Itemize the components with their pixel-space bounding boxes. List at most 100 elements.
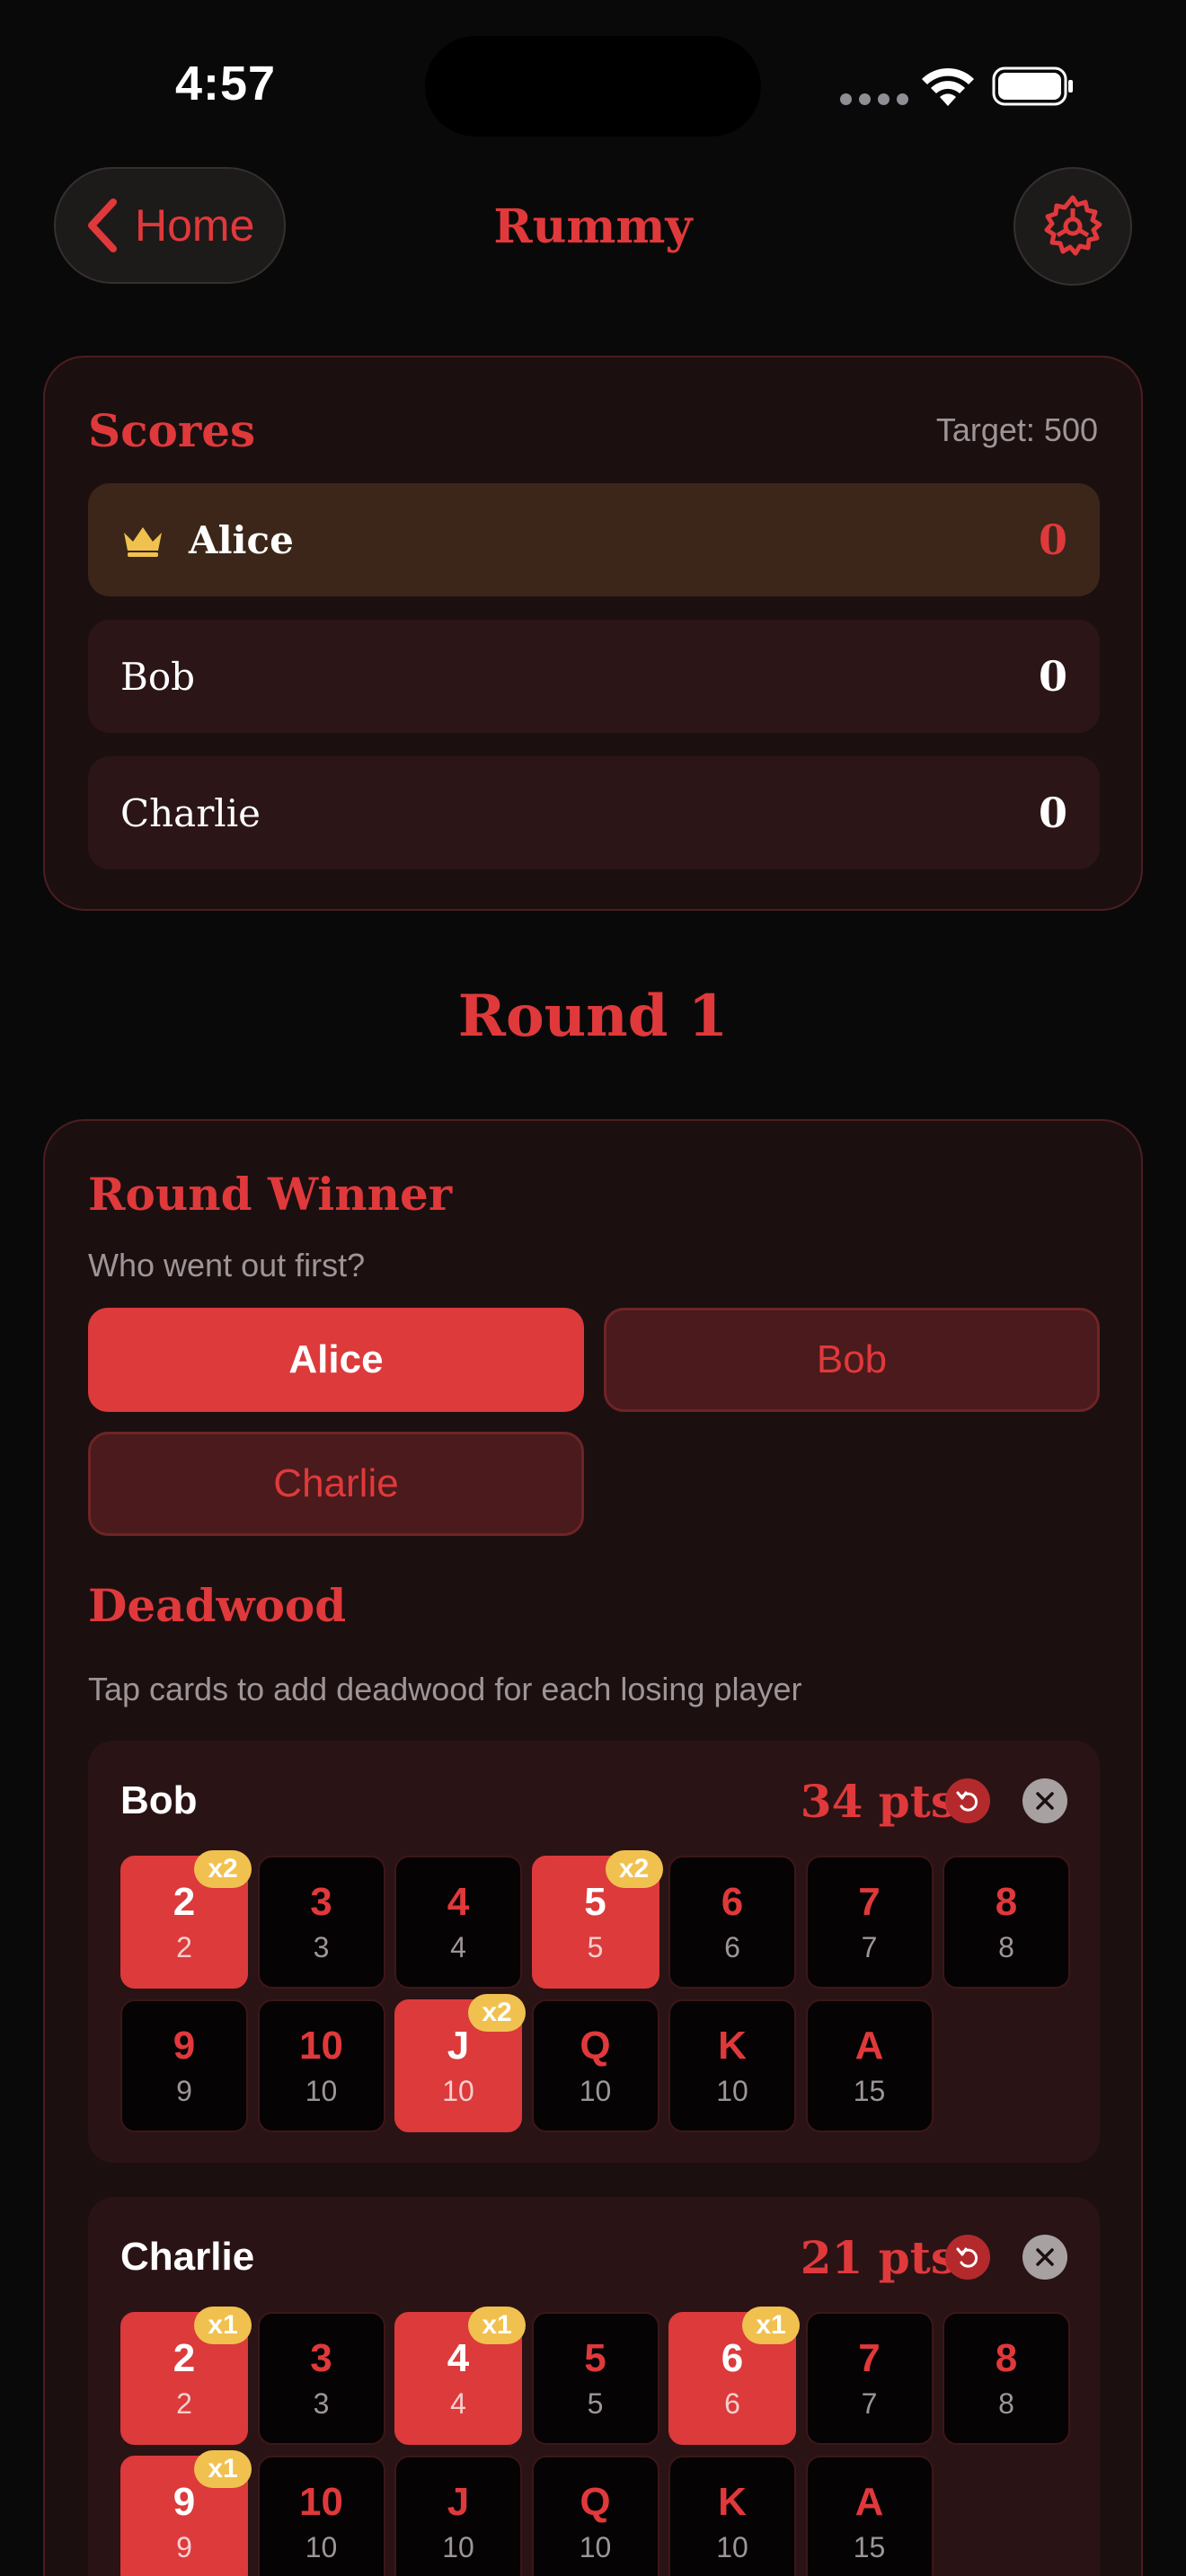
multiplier-badge: x2 <box>605 1850 663 1888</box>
card-rank: 8 <box>995 2336 1018 2380</box>
round-card: Round Winner Who went out first? Alice B… <box>43 1119 1143 2576</box>
winner-option-bob[interactable]: Bob <box>604 1308 1100 1412</box>
winner-option-alice[interactable]: Alice <box>88 1308 584 1412</box>
card-rank: 9 <box>173 2480 196 2524</box>
round-winner-prompt: Who went out first? <box>88 1247 366 1284</box>
card-tile-2[interactable]: 2 2 x1 <box>120 2307 252 2445</box>
wifi-icon <box>922 67 974 106</box>
card-rank: 5 <box>584 2336 606 2380</box>
card-rank: 7 <box>858 2336 881 2380</box>
card-value: 6 <box>724 1931 740 1963</box>
card-value: 4 <box>450 1931 466 1963</box>
card-rank: 10 <box>299 2480 343 2524</box>
card-value: 2 <box>176 1931 192 1963</box>
card-tile-3[interactable]: 33 <box>257 2312 385 2445</box>
card-value: 5 <box>587 2387 604 2420</box>
card-value: 10 <box>305 2075 338 2107</box>
card-rank: 4 <box>447 2336 470 2380</box>
player-score: 0 <box>1038 652 1067 701</box>
card-value: 10 <box>716 2075 748 2107</box>
card-rank: 2 <box>173 1880 196 1924</box>
card-rank: 3 <box>310 2336 332 2380</box>
winner-option-charlie[interactable]: Charlie <box>88 1432 584 1536</box>
card-tile-q[interactable]: Q 10 <box>531 1999 659 2132</box>
card-tile-2[interactable]: 2 2 x2 <box>120 1850 252 1989</box>
card-rank: 2 <box>173 2336 196 2380</box>
card-value: 9 <box>176 2075 192 2107</box>
card-value: 10 <box>305 2531 338 2563</box>
score-row-charlie: Charlie 0 <box>88 756 1100 869</box>
card-tile-a[interactable]: A 15 <box>805 1999 934 2132</box>
deadwood-player-name: Charlie <box>120 2235 255 2279</box>
card-tile-j[interactable]: J 10 x2 <box>394 1994 526 2132</box>
card-value: 15 <box>853 2075 886 2107</box>
round-winner-title: Round Winner <box>88 1168 453 1221</box>
card-tile-a[interactable]: A 15 <box>805 2456 934 2576</box>
card-value: 10 <box>716 2531 748 2563</box>
card-rank: 5 <box>584 1880 606 1924</box>
card-tile-j[interactable]: J 10 <box>394 2456 522 2576</box>
card-value: 2 <box>176 2387 192 2420</box>
card-tile-5[interactable]: 55 <box>531 2312 659 2445</box>
crown-icon <box>124 527 162 557</box>
cellular-signal-icon <box>840 93 908 105</box>
battery-icon <box>992 66 1073 106</box>
undo-button[interactable] <box>945 2235 990 2280</box>
undo-button[interactable] <box>945 1778 990 1823</box>
dynamic-island <box>425 36 761 137</box>
card-tile-3[interactable]: 33 <box>257 1856 385 1989</box>
status-time: 4:57 <box>175 57 277 110</box>
card-tile-6[interactable]: 6 6 x1 <box>668 2307 800 2445</box>
card-tile-q[interactable]: Q 10 <box>531 2456 659 2576</box>
card-tile-8[interactable]: 88 <box>943 1856 1070 1989</box>
multiplier-badge: x1 <box>194 2307 252 2344</box>
close-icon <box>1036 2248 1054 2266</box>
deadwood-title: Deadwood <box>88 1579 347 1632</box>
settings-button[interactable] <box>1013 167 1132 286</box>
card-value: 7 <box>861 1931 878 1963</box>
card-rank: 10 <box>299 2024 343 2068</box>
card-tile-7[interactable]: 77 <box>805 1856 934 1989</box>
deadwood-player-name: Bob <box>120 1778 198 1822</box>
undo-icon <box>956 1791 978 1812</box>
clear-button[interactable] <box>1022 1778 1067 1823</box>
card-rank: K <box>718 2024 747 2068</box>
player-name: Bob <box>120 654 196 699</box>
card-value: 8 <box>998 2387 1014 2420</box>
deadwood-points: 34 pts <box>800 1775 956 1828</box>
scores-card: Scores Target: 500 Alice 0 Bob 0 Charlie… <box>43 356 1143 911</box>
card-tile-8[interactable]: 88 <box>943 2312 1070 2445</box>
card-tile-10[interactable]: 10 10 <box>257 1999 385 2132</box>
card-value: 9 <box>176 2531 192 2563</box>
status-bar: 4:57 <box>0 0 1186 171</box>
card-tile-5[interactable]: 5 5 x2 <box>531 1850 663 1989</box>
card-rank: 3 <box>310 1880 332 1924</box>
card-value: 4 <box>450 2387 466 2420</box>
card-tile-k[interactable]: K 10 <box>668 2456 796 2576</box>
deadwood-panel-bob: Bob 34 pts 2 2 x2 3 3 4 4 5 5 x2 6 6 7 7 8 8 9 9 10 10 J 10 x2… <box>88 1741 1100 2163</box>
card-tile-9[interactable]: 9 9 x1 <box>120 2450 252 2576</box>
deadwood-hint: Tap cards to add deadwood for each losin… <box>88 1671 802 1707</box>
card-tile-4[interactable]: 44 <box>394 1856 522 1989</box>
card-tile-9[interactable]: 99 <box>120 1999 248 2132</box>
clear-button[interactable] <box>1022 2235 1067 2280</box>
card-tile-10[interactable]: 10 10 <box>257 2456 385 2576</box>
card-rank: 4 <box>447 1880 470 1924</box>
card-value: 5 <box>587 1931 604 1963</box>
multiplier-badge: x1 <box>468 2307 526 2344</box>
card-value: 7 <box>861 2387 878 2420</box>
card-tile-4[interactable]: 4 4 x1 <box>394 2307 526 2445</box>
card-rank: 6 <box>721 2336 744 2380</box>
round-title: Round 1 <box>457 983 729 1050</box>
card-tile-6[interactable]: 66 <box>668 1856 796 1989</box>
card-rank: 9 <box>173 2024 196 2068</box>
card-tile-k[interactable]: K 10 <box>668 1999 796 2132</box>
card-rank: K <box>718 2480 747 2524</box>
card-rank: J <box>447 2024 470 2068</box>
card-value: 10 <box>579 2075 612 2107</box>
player-name: Alice <box>189 517 294 562</box>
card-value: 15 <box>853 2531 886 2563</box>
card-tile-7[interactable]: 77 <box>805 2312 934 2445</box>
undo-icon <box>956 2247 978 2268</box>
card-value: 10 <box>442 2531 474 2563</box>
